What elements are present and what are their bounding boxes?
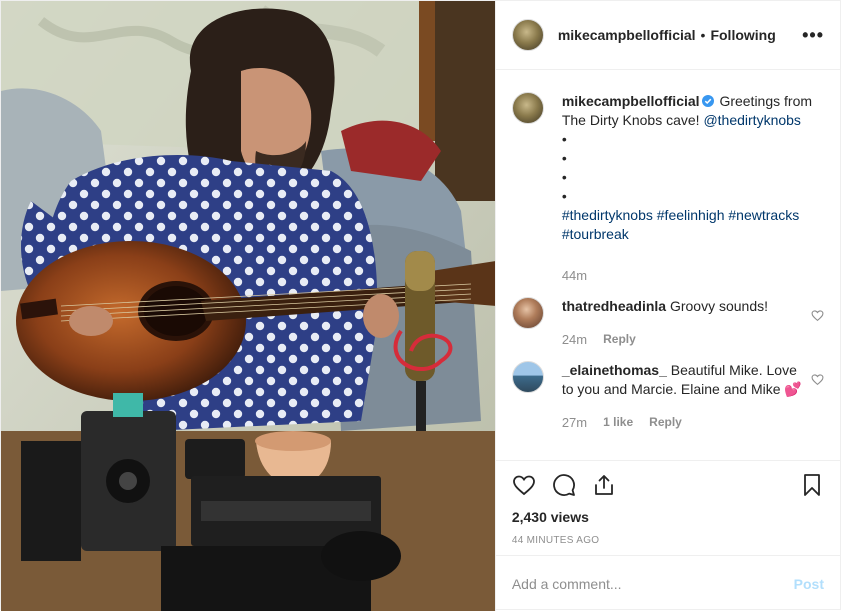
comment-like-heart-icon[interactable] bbox=[811, 309, 824, 322]
commenter-username[interactable]: _elainethomas_ bbox=[562, 362, 667, 378]
caption-bullet: • bbox=[561, 169, 567, 185]
add-comment-input[interactable] bbox=[511, 575, 794, 592]
comment-like-heart-icon[interactable] bbox=[811, 373, 824, 386]
caption: mikecampbellofficial Greetings from The … bbox=[511, 92, 824, 297]
caption-body: mikecampbellofficial Greetings from The … bbox=[562, 92, 817, 297]
comment-text: Groovy sounds! bbox=[669, 298, 769, 314]
caption-mention[interactable]: @thedirtyknobs bbox=[703, 112, 800, 128]
commenter-avatar[interactable] bbox=[511, 297, 544, 329]
caption-hashtags[interactable]: #thedirtyknobs #feelinhigh #newtracks #t… bbox=[562, 207, 799, 242]
comment-composer: Post bbox=[495, 555, 840, 611]
verified-badge-icon bbox=[701, 95, 714, 107]
comments-list: mikecampbellofficial Greetings from The … bbox=[496, 70, 840, 460]
bookmark-icon[interactable] bbox=[800, 473, 824, 497]
comment-time[interactable]: 24m bbox=[562, 330, 587, 349]
post-timestamp[interactable]: 44 MINUTES AGO bbox=[496, 535, 840, 555]
post-video[interactable] bbox=[1, 1, 495, 611]
commenter-avatar[interactable] bbox=[511, 361, 544, 393]
heart-icon[interactable] bbox=[512, 473, 536, 497]
author-username[interactable]: mikecampbellofficial bbox=[558, 27, 696, 43]
view-count[interactable]: 2,430 views bbox=[496, 509, 840, 527]
share-icon[interactable] bbox=[592, 473, 616, 497]
reply-button[interactable]: Reply bbox=[603, 330, 636, 349]
commenter-username[interactable]: thatredheadinla bbox=[562, 298, 666, 314]
comment-meta: 27m 1 like Reply bbox=[562, 413, 802, 432]
following-button[interactable]: Following bbox=[710, 27, 775, 43]
action-bar bbox=[495, 460, 840, 509]
caption-meta: 44m bbox=[562, 266, 817, 285]
more-options-icon[interactable]: ••• bbox=[802, 26, 824, 44]
caption-bullet: • bbox=[561, 131, 567, 147]
author-avatar[interactable] bbox=[511, 19, 544, 51]
instagram-post: mikecampbellofficial • Following ••• mik… bbox=[0, 0, 841, 611]
comment-body: _elainethomas_ Beautiful Mike. Love to y… bbox=[562, 361, 802, 444]
video-frame-illustration bbox=[1, 1, 495, 611]
reply-button[interactable]: Reply bbox=[649, 413, 682, 432]
comment-meta: 24m Reply bbox=[562, 330, 802, 349]
caption-avatar[interactable] bbox=[511, 92, 544, 124]
caption-bullet: • bbox=[561, 188, 567, 204]
comment-item: _elainethomas_ Beautiful Mike. Love to y… bbox=[511, 361, 824, 444]
comment-likes[interactable]: 1 like bbox=[603, 413, 633, 432]
post-header: mikecampbellofficial • Following ••• bbox=[495, 1, 840, 70]
post-side-panel: mikecampbellofficial • Following ••• mik… bbox=[494, 1, 840, 611]
comment-body: thatredheadinla Groovy sounds! 24m Reply bbox=[562, 297, 802, 361]
caption-username[interactable]: mikecampbellofficial bbox=[562, 93, 700, 109]
caption-time[interactable]: 44m bbox=[562, 266, 587, 285]
caption-bullet: • bbox=[561, 150, 567, 166]
comment-time[interactable]: 27m bbox=[562, 413, 587, 432]
post-comment-button[interactable]: Post bbox=[794, 576, 824, 592]
comment-icon[interactable] bbox=[552, 473, 576, 497]
comment-item: thatredheadinla Groovy sounds! 24m Reply bbox=[511, 297, 824, 361]
header-separator: • bbox=[700, 27, 706, 43]
